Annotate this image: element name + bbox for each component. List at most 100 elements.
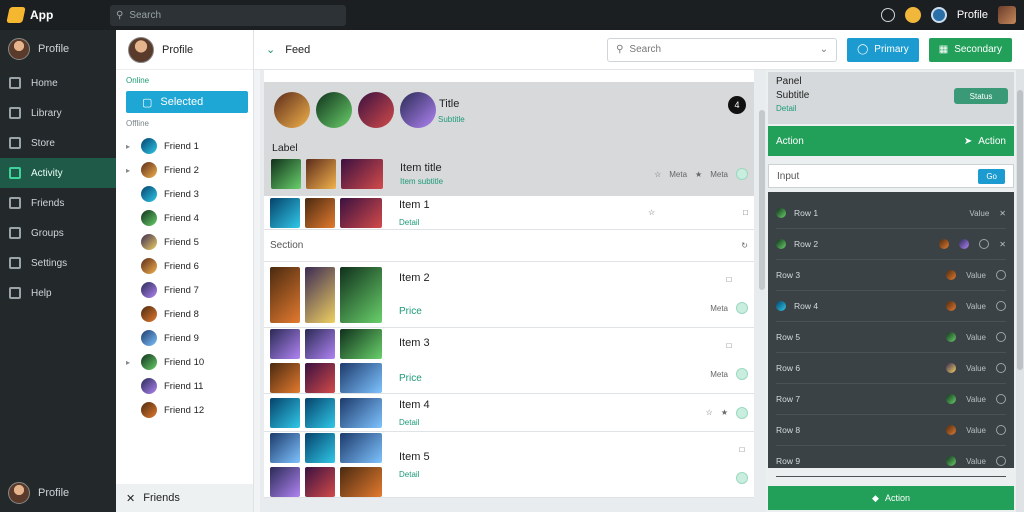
status-pill[interactable]: Status bbox=[954, 88, 1008, 104]
nav-item-3[interactable]: Store bbox=[0, 128, 116, 158]
close-icon[interactable]: ✕ bbox=[126, 492, 135, 505]
star-icon[interactable]: ☆ bbox=[654, 170, 661, 179]
nav-profile[interactable]: Profile bbox=[0, 30, 116, 68]
activity-icon bbox=[9, 167, 21, 179]
friend-row[interactable]: ▸ Friend 10 bbox=[116, 350, 253, 374]
filter-select[interactable]: ⚲ Search ⌄ bbox=[607, 37, 838, 62]
panel-row-value: Value bbox=[969, 208, 990, 218]
check-icon[interactable] bbox=[996, 301, 1006, 311]
feed-card[interactable]: Item 2 Price □ Meta bbox=[264, 262, 754, 328]
panel-row[interactable]: Row 4 Value bbox=[776, 291, 1006, 322]
star-icon[interactable]: ☆ bbox=[648, 208, 655, 217]
logo-icon bbox=[6, 7, 26, 23]
chevron-down-icon[interactable]: ⌄ bbox=[266, 43, 275, 56]
friend-row[interactable]: Friend 4 bbox=[116, 206, 253, 230]
feed-card[interactable]: Item 3 Price □ Meta bbox=[264, 328, 754, 394]
avatar[interactable] bbox=[274, 92, 310, 128]
app-logo[interactable]: App bbox=[0, 7, 110, 23]
page-scrollbar[interactable] bbox=[1016, 70, 1024, 512]
friend-row[interactable]: Friend 7 bbox=[116, 278, 253, 302]
friends-header[interactable]: Profile bbox=[116, 30, 253, 70]
feed-card[interactable]: Item 1 Detail ☆ □ bbox=[264, 196, 754, 230]
panel-input[interactable]: Input Go bbox=[768, 164, 1014, 188]
panel-row[interactable]: Row 3 Value bbox=[776, 260, 1006, 291]
nav-item-6[interactable]: Groups bbox=[0, 218, 116, 248]
panel-row[interactable]: Row 7 Value bbox=[776, 384, 1006, 415]
nav-bottom-profile[interactable]: Profile bbox=[0, 482, 69, 504]
friends-footer[interactable]: ✕ Friends bbox=[116, 484, 253, 512]
friend-row[interactable]: Friend 6 bbox=[116, 254, 253, 278]
status-icon bbox=[736, 406, 748, 419]
panel-row[interactable]: Row 2 ✕ bbox=[776, 229, 1006, 260]
friend-row[interactable]: Friend 11 bbox=[116, 374, 253, 398]
close-icon[interactable]: ✕ bbox=[999, 209, 1006, 218]
status-icon bbox=[736, 302, 748, 314]
hero-badge[interactable]: 4 bbox=[728, 96, 746, 114]
friend-avatar bbox=[141, 330, 157, 346]
secondary-button[interactable]: ▦ Secondary bbox=[928, 37, 1012, 62]
panel-row[interactable]: Row 5 Value bbox=[776, 322, 1006, 353]
nav-item-1[interactable]: Home bbox=[0, 68, 116, 98]
friend-row[interactable]: ▸ Friend 1 bbox=[116, 134, 253, 158]
bookmark-icon[interactable]: □ bbox=[740, 445, 745, 454]
check-icon[interactable] bbox=[996, 270, 1006, 280]
refresh-icon[interactable]: ↻ bbox=[741, 241, 748, 250]
info-icon[interactable] bbox=[880, 8, 895, 22]
user-avatar[interactable] bbox=[998, 6, 1016, 24]
feed-card[interactable]: Item 5 Detail □ bbox=[264, 432, 754, 498]
hero-item[interactable]: Item title Item subtitle ☆ Meta ★ Meta bbox=[271, 158, 748, 190]
panel-row[interactable]: Row 6 Value bbox=[776, 353, 1006, 384]
nav-item-2[interactable]: Library bbox=[0, 98, 116, 128]
coin-icon[interactable] bbox=[904, 7, 921, 23]
panel-bottom-button[interactable]: ◆ Action bbox=[768, 486, 1014, 510]
nav-item-4[interactable]: Activity bbox=[0, 158, 116, 188]
bookmark-icon[interactable]: □ bbox=[727, 275, 732, 284]
close-icon[interactable]: ✕ bbox=[999, 240, 1006, 249]
star-icon[interactable]: ★ bbox=[695, 170, 702, 179]
friend-row[interactable]: Friend 5 bbox=[116, 230, 253, 254]
feed-scrollbar[interactable] bbox=[758, 70, 766, 512]
check-icon[interactable] bbox=[996, 332, 1006, 342]
check-icon[interactable] bbox=[996, 456, 1006, 466]
nav-item-7[interactable]: Settings bbox=[0, 248, 116, 278]
star-icon[interactable]: ☆ bbox=[706, 408, 713, 417]
check-icon[interactable] bbox=[996, 363, 1006, 373]
expand-icon[interactable]: ▸ bbox=[126, 358, 134, 367]
avatar[interactable] bbox=[358, 92, 394, 128]
nav-item-8[interactable]: Help bbox=[0, 278, 116, 308]
panel-input-button[interactable]: Go bbox=[978, 168, 1005, 184]
activity-feed: Title Subtitle 4 Label Item title Item s… bbox=[260, 70, 758, 512]
bookmark-icon[interactable]: □ bbox=[743, 208, 748, 217]
panel-row[interactable]: Row 9 Value bbox=[776, 446, 1006, 477]
game-thumbnail bbox=[305, 328, 335, 359]
game-thumbnail bbox=[270, 266, 300, 323]
friend-selected[interactable]: ▢ Selected bbox=[126, 91, 248, 113]
avatar[interactable] bbox=[316, 92, 352, 128]
panel-action-bar[interactable]: Action ➤ Action bbox=[768, 126, 1014, 156]
settings-icon[interactable] bbox=[979, 239, 990, 249]
friend-row[interactable]: Friend 12 bbox=[116, 398, 253, 422]
search-placeholder: Search bbox=[129, 9, 162, 21]
avatar[interactable] bbox=[400, 92, 436, 128]
bookmark-icon[interactable]: □ bbox=[727, 341, 732, 350]
primary-button[interactable]: ◯ Primary bbox=[847, 37, 919, 62]
friend-row[interactable]: Friend 3 bbox=[116, 182, 253, 206]
check-icon[interactable] bbox=[996, 425, 1006, 435]
check-icon[interactable] bbox=[996, 394, 1006, 404]
panel-row[interactable]: Row 8 Value bbox=[776, 415, 1006, 446]
nav-item-5[interactable]: Friends bbox=[0, 188, 116, 218]
friend-row[interactable]: Friend 8 bbox=[116, 302, 253, 326]
friend-row[interactable]: ▸ Friend 2 bbox=[116, 158, 253, 182]
panel-row-label: Row 6 bbox=[776, 363, 801, 373]
search-input[interactable]: ⚲ Search bbox=[110, 4, 346, 26]
user-name[interactable]: Profile bbox=[957, 9, 988, 21]
expand-icon[interactable]: ▸ bbox=[126, 166, 134, 175]
friend-row[interactable]: Friend 9 bbox=[116, 326, 253, 350]
right-panel: Panel Subtitle Detail Status Action ➤ Act… bbox=[766, 70, 1016, 512]
friend-avatar bbox=[141, 306, 157, 322]
panel-row[interactable]: Row 1 Value ✕ bbox=[776, 198, 1006, 229]
star-icon[interactable]: ★ bbox=[721, 408, 728, 417]
notification-icon[interactable] bbox=[930, 7, 947, 23]
expand-icon[interactable]: ▸ bbox=[126, 142, 134, 151]
feed-card[interactable]: Item 4 Detail ☆ ★ bbox=[264, 394, 754, 432]
